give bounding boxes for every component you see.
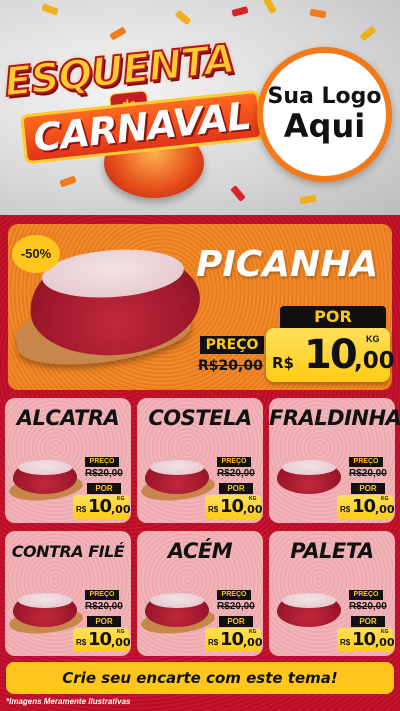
product-name: ACÉM	[167, 539, 233, 563]
create-flyer-button[interactable]: Crie seu encarte com este tema!	[6, 662, 394, 694]
price-unit: KG	[117, 629, 125, 635]
price-integer: 10	[352, 629, 376, 650]
price-integer: 10	[88, 629, 112, 650]
price-currency: R$	[340, 638, 351, 647]
featured-product-name: PICANHA	[196, 244, 379, 285]
price-unit: KG	[117, 496, 125, 502]
preco-label: PREÇO	[217, 590, 251, 600]
old-price: R$20,00	[349, 468, 387, 479]
price-tag: R$ 10 ,00 KG	[337, 495, 395, 519]
price-decimal: ,00	[243, 503, 263, 516]
price-decimal: ,00	[354, 348, 395, 374]
price-unit: KG	[366, 334, 380, 344]
product-name: COSTELA	[148, 406, 252, 430]
price-currency: R$	[76, 505, 87, 514]
confetti-decoration	[262, 0, 278, 15]
product-name: ALCATRA	[16, 406, 120, 430]
campaign-title: Esquenta de Carnaval	[1, 35, 264, 198]
confetti-decoration	[359, 25, 377, 42]
preco-label: PREÇO	[217, 457, 251, 467]
featured-price-tag: R$ 10 ,00 KG	[266, 328, 395, 382]
price-tag: R$ 10 ,00 KG	[73, 495, 131, 519]
product-card-paleta: PALETA PREÇO R$20,00 POR R$ 10 ,00 KG	[269, 531, 395, 656]
price-tag: R$ 10 ,00 KG	[205, 495, 263, 519]
meat-illustration	[13, 593, 77, 627]
price-integer: 10	[304, 332, 358, 378]
price-decimal: ,00	[243, 636, 263, 649]
por-label: POR	[219, 616, 253, 627]
meat-illustration	[145, 460, 209, 494]
price-integer: 10	[352, 496, 376, 517]
header-banner: Esquenta de Carnaval Sua Logo Aqui	[0, 0, 400, 215]
logo-line-1: Sua Logo	[267, 83, 382, 109]
preco-label: PREÇO	[200, 336, 264, 354]
product-card-alcatra: ALCATRA PREÇO R$20,00 POR R$ 10 ,00 KG	[5, 398, 131, 523]
price-integer: 10	[88, 496, 112, 517]
old-price: R$20,00	[349, 601, 387, 612]
confetti-decoration	[231, 6, 249, 17]
price-integer: 10	[220, 496, 244, 517]
meat-illustration	[277, 460, 341, 494]
logo-line-2: Aqui	[283, 107, 366, 145]
price-currency: R$	[208, 505, 219, 514]
price-currency: R$	[208, 638, 219, 647]
price-unit: KG	[249, 496, 257, 502]
price-decimal: ,00	[375, 503, 395, 516]
meat-illustration	[145, 593, 209, 627]
price-tag: R$ 10 ,00 KG	[205, 628, 263, 652]
por-label: POR	[219, 483, 253, 494]
product-name: PALETA	[290, 539, 374, 563]
por-label: POR	[87, 616, 121, 627]
meat-illustration	[277, 593, 341, 627]
por-label: POR	[280, 306, 386, 328]
confetti-decoration	[41, 3, 59, 16]
preco-label: PREÇO	[349, 457, 383, 467]
price-unit: KG	[381, 496, 389, 502]
price-unit: KG	[249, 629, 257, 635]
old-price: R$20,00	[85, 601, 123, 612]
confetti-decoration	[109, 26, 127, 41]
price-currency: R$	[272, 354, 294, 372]
product-card-costela: COSTELA PREÇO R$20,00 POR R$ 10 ,00 KG	[137, 398, 263, 523]
product-name: FRALDINHA	[269, 406, 400, 430]
por-label: POR	[87, 483, 121, 494]
price-decimal: ,00	[375, 636, 395, 649]
product-name: CONTRA FILÉ	[11, 542, 125, 561]
preco-label: PREÇO	[349, 590, 383, 600]
price-tag: R$ 10 ,00 KG	[73, 628, 131, 652]
price-unit: KG	[381, 629, 389, 635]
discount-badge: -50%	[12, 235, 60, 273]
product-card-contra-file: CONTRA FILÉ PREÇO R$20,00 POR R$ 10 ,00 …	[5, 531, 131, 656]
logo-placeholder: Sua Logo Aqui	[257, 47, 392, 182]
price-decimal: ,00	[111, 636, 131, 649]
disclaimer-text: *Imagens Meramente Ilustrativas	[6, 697, 131, 706]
preco-label: PREÇO	[85, 590, 119, 600]
product-card-acem: ACÉM PREÇO R$20,00 POR R$ 10 ,00 KG	[137, 531, 263, 656]
old-price: R$20,00	[85, 468, 123, 479]
meat-illustration	[13, 460, 77, 494]
old-price: R$20,00	[198, 358, 263, 374]
price-currency: R$	[76, 638, 87, 647]
old-price: R$20,00	[217, 601, 255, 612]
confetti-decoration	[309, 8, 327, 19]
price-currency: R$	[340, 505, 351, 514]
confetti-decoration	[299, 194, 317, 205]
preco-label: PREÇO	[85, 457, 119, 467]
old-price: R$20,00	[217, 468, 255, 479]
confetti-decoration	[174, 9, 192, 26]
price-integer: 10	[220, 629, 244, 650]
por-label: POR	[351, 483, 385, 494]
por-label: POR	[351, 616, 385, 627]
price-tag: R$ 10 ,00 KG	[337, 628, 395, 652]
price-decimal: ,00	[111, 503, 131, 516]
product-card-fraldinha: FRALDINHA PREÇO R$20,00 POR R$ 10 ,00 KG	[269, 398, 400, 523]
